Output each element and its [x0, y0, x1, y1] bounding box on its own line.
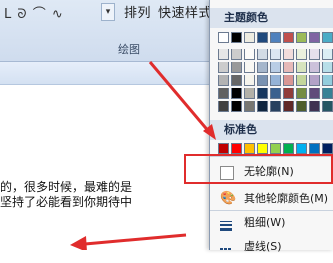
annotation-arrows — [70, 61, 216, 250]
arrow-head-icon — [70, 236, 87, 250]
